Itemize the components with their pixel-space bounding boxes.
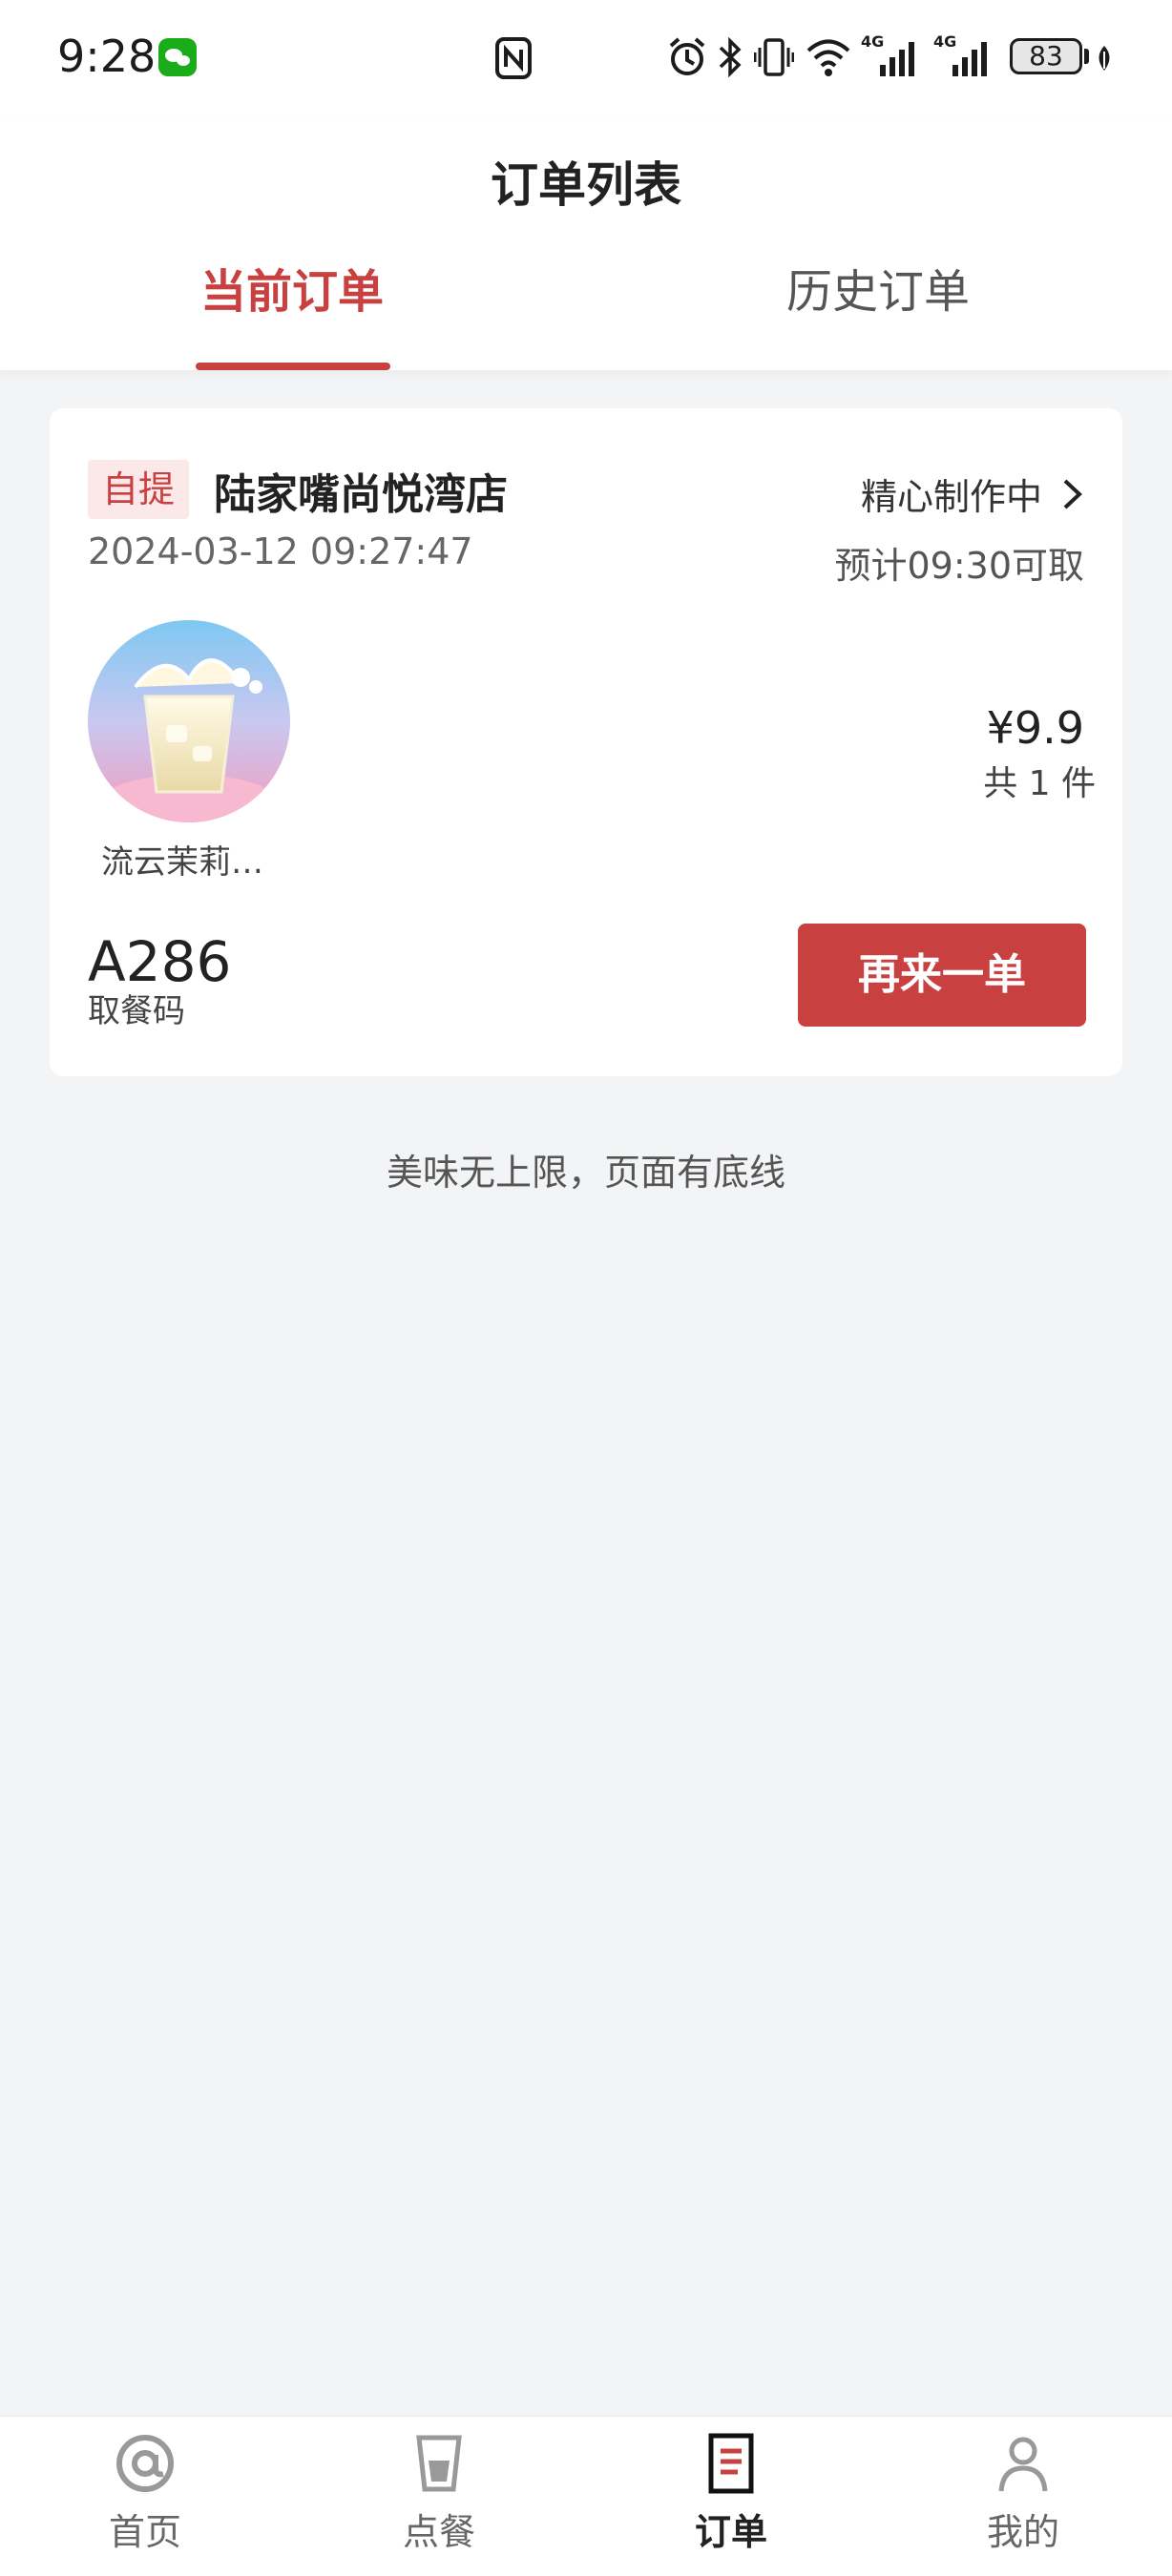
signal-icon-2 <box>952 42 987 76</box>
bluetooth-icon <box>719 36 742 78</box>
tab-current-orders[interactable]: 当前订单 <box>149 254 435 321</box>
pickup-eta: 预计09:30可取 <box>834 545 1084 587</box>
store-name: 陆家嘴尚悦湾店 <box>214 470 508 519</box>
app-root: 9:28 4G 4G 83 订单列表 当前订单 历史订单 自提 陆家嘴尚悦湾店 … <box>0 0 1172 2576</box>
signal-icon <box>880 42 914 76</box>
nav-label-home: 首页 <box>108 2511 181 2553</box>
order-list-icon <box>708 2433 754 2494</box>
cup-icon <box>416 2435 462 2492</box>
status-time: 9:28 <box>57 31 157 82</box>
page-header: 订单列表 当前订单 历史订单 <box>0 118 1172 370</box>
nfc-icon <box>495 37 532 79</box>
battery-icon: 83 <box>1010 38 1082 74</box>
order-time: 2024-03-12 09:27:47 <box>88 530 473 572</box>
product-image <box>88 620 290 822</box>
nav-label-order-food: 点餐 <box>402 2511 475 2553</box>
tab-history-orders[interactable]: 历史订单 <box>735 254 1021 321</box>
nav-orders[interactable]: 订单 <box>636 2432 827 2555</box>
pickup-code-label: 取餐码 <box>88 992 185 1030</box>
nav-label-profile: 我的 <box>986 2511 1059 2553</box>
product-name: 流云茉莉… <box>101 843 263 882</box>
leaf-icon <box>1099 46 1110 71</box>
alarm-icon <box>669 37 705 75</box>
wechat-icon <box>158 38 197 76</box>
battery-tip <box>1084 49 1089 64</box>
chevron-right-icon <box>1063 479 1082 509</box>
nav-home[interactable]: 首页 <box>50 2432 241 2555</box>
status-bar: 9:28 4G 4G 83 <box>0 0 1172 118</box>
home-at-icon <box>116 2435 174 2492</box>
pickup-type-badge: 自提 <box>88 460 189 519</box>
bottom-nav: 首页 点餐 订单 我的 <box>0 2416 1172 2576</box>
vibrate-icon <box>754 38 794 76</box>
nav-order-food[interactable]: 点餐 <box>344 2432 534 2555</box>
nav-label-orders: 订单 <box>694 2511 767 2553</box>
wifi-icon <box>806 39 850 76</box>
order-price: ¥9.9 <box>986 702 1084 754</box>
order-quantity: 共 1 件 <box>983 764 1096 803</box>
person-icon <box>998 2437 1048 2492</box>
nav-profile[interactable]: 我的 <box>928 2432 1119 2555</box>
status-icons: 4G 4G 83 <box>668 32 1126 84</box>
order-status: 精心制作中 <box>860 476 1042 518</box>
end-of-list-note: 美味无上限，页面有底线 <box>386 1152 785 1194</box>
page-title: 订单列表 <box>491 157 681 213</box>
active-tab-indicator <box>196 363 390 370</box>
order-status-link[interactable]: 精心制作中 <box>861 467 1084 520</box>
order-card[interactable]: 自提 陆家嘴尚悦湾店 2024-03-12 09:27:47 精心制作中 预计0… <box>50 408 1122 1076</box>
reorder-button[interactable]: 再来一单 <box>798 924 1086 1027</box>
